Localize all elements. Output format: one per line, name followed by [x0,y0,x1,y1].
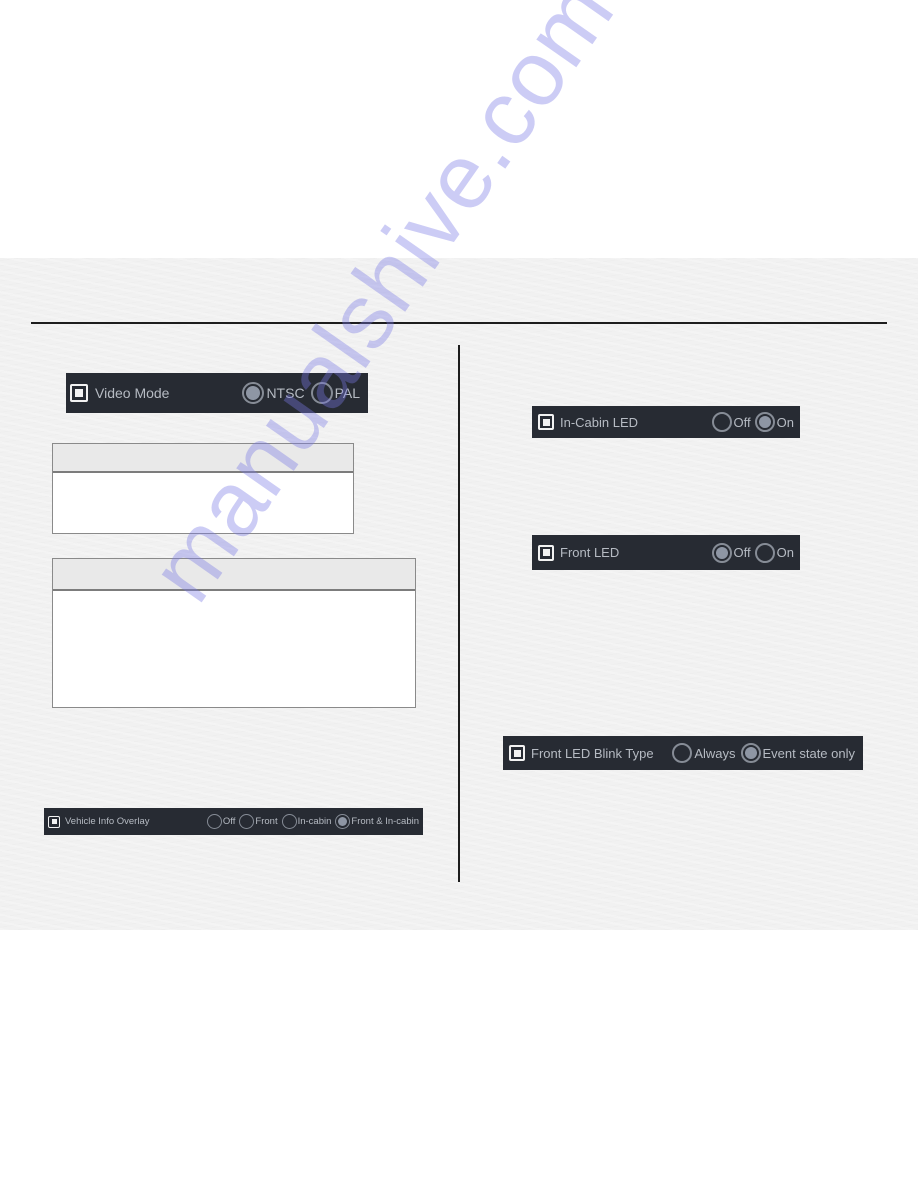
in-cabin-led-setting: In-Cabin LED Off On [532,406,800,438]
front-led-setting: Front LED Off On [532,535,800,570]
top-horizontal-rule [31,322,887,324]
radio-option-off[interactable]: Off [206,814,235,829]
radio-option-in-cabin[interactable]: In-cabin [281,814,331,829]
radio-selected-icon[interactable] [711,542,732,563]
info-table-2 [52,558,416,708]
table-header [53,444,353,473]
radio-option-always[interactable]: Always [672,743,736,763]
in-cabin-led-label: In-Cabin LED [560,414,639,430]
vehicle-info-overlay-label: Vehicle Info Overlay [65,816,150,827]
radio-selected-icon[interactable] [335,814,351,829]
setting-checkbox-icon[interactable] [509,745,525,761]
setting-checkbox-icon[interactable] [538,544,554,561]
video-mode-setting: Video Mode NTSC PAL [66,373,368,413]
radio-selected-icon[interactable] [740,743,761,763]
setting-checkbox-icon[interactable] [538,414,554,430]
radio-option-event-state-only[interactable]: Event state only [740,743,855,763]
in-cabin-led-options: Off On [708,412,794,432]
radio-option-ntsc[interactable]: NTSC [242,382,305,404]
radio-option-on[interactable]: On [754,542,794,563]
video-mode-options: NTSC PAL [236,382,360,404]
column-divider [458,345,460,882]
video-mode-label: Video Mode [95,385,170,401]
front-led-blink-type-setting: Front LED Blink Type Always Event state … [503,736,863,770]
setting-checkbox-icon[interactable] [48,815,60,828]
front-led-label: Front LED [560,545,620,560]
radio-option-on[interactable]: On [754,412,794,432]
radio-option-pal[interactable]: PAL [310,382,360,404]
radio-selected-icon[interactable] [754,412,775,432]
vehicle-info-overlay-setting: Vehicle Info Overlay Off Front In-cabin … [44,808,423,835]
front-led-blink-type-options: Always Event state only [667,743,855,763]
radio-option-off[interactable]: Off [711,542,751,563]
table-header [53,559,415,591]
radio-unselected-icon[interactable] [754,542,775,563]
radio-unselected-icon[interactable] [672,743,693,763]
front-led-options: Off On [708,542,794,563]
radio-option-front-and-in-cabin[interactable]: Front & In-cabin [335,814,419,829]
radio-unselected-icon[interactable] [239,814,255,829]
radio-option-off[interactable]: Off [711,412,751,432]
radio-selected-icon[interactable] [242,382,265,404]
radio-unselected-icon[interactable] [711,412,732,432]
radio-unselected-icon[interactable] [281,814,297,829]
radio-unselected-icon[interactable] [206,814,222,829]
info-table-1 [52,443,354,534]
setting-checkbox-icon[interactable] [70,384,88,402]
radio-unselected-icon[interactable] [310,382,333,404]
vehicle-info-overlay-options: Off Front In-cabin Front & In-cabin [203,814,419,829]
radio-option-front[interactable]: Front [239,814,278,829]
front-led-blink-type-label: Front LED Blink Type [531,745,654,761]
